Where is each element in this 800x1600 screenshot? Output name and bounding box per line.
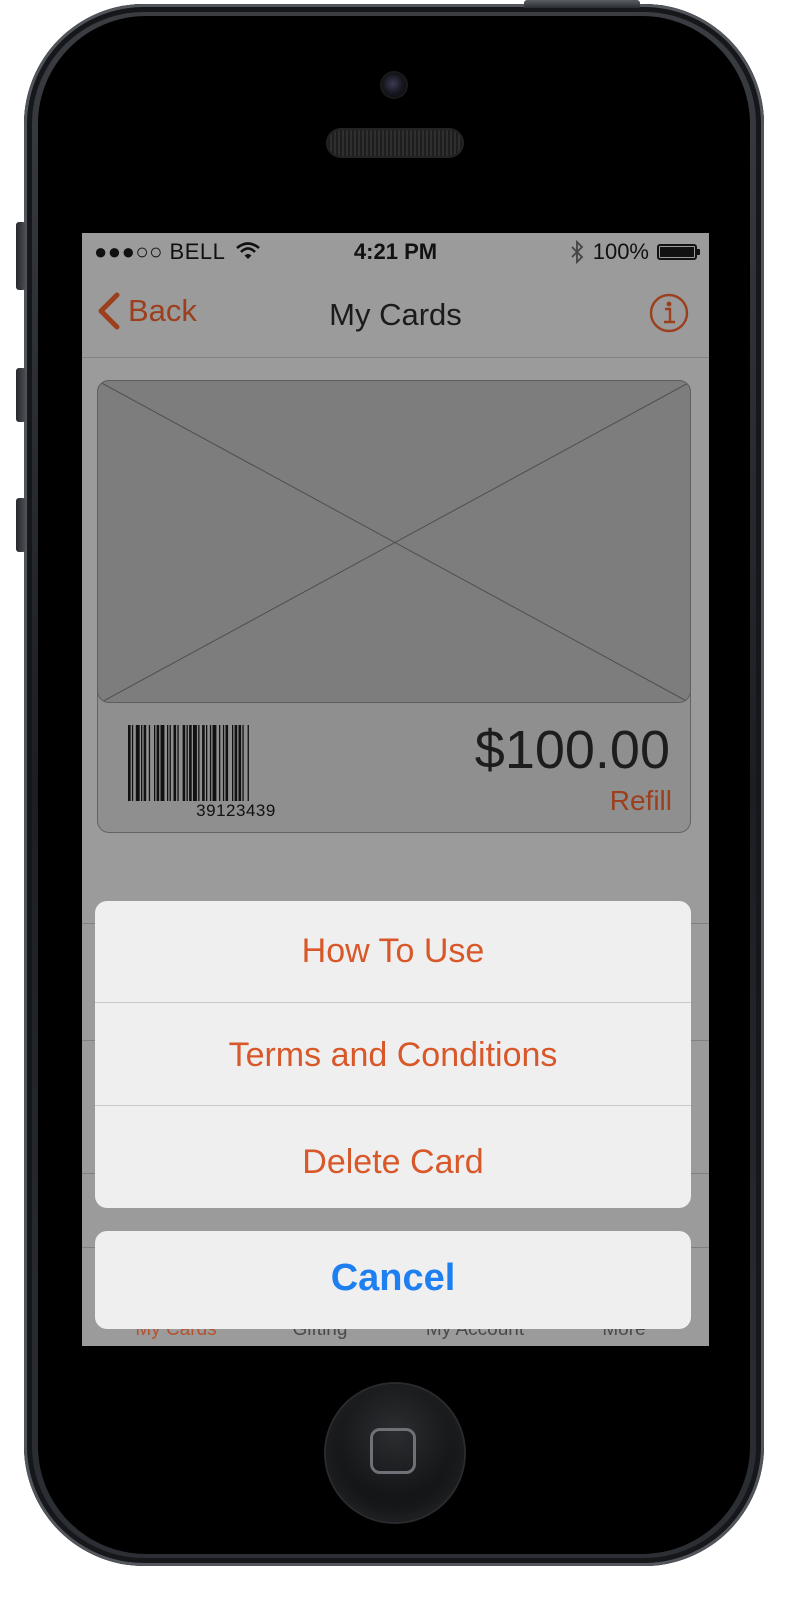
navigation-bar: Back My Cards <box>82 273 709 358</box>
refill-link[interactable]: Refill <box>610 785 672 817</box>
battery-level-fill <box>660 247 694 257</box>
action-separator <box>95 1002 691 1003</box>
screen: ●●●○○ BELL 4:21 PM 100% Back My Cards 39… <box>82 233 709 1346</box>
status-right: 100% <box>569 239 700 265</box>
power-button <box>524 0 640 8</box>
home-button[interactable] <box>326 1384 464 1522</box>
cancel-button[interactable]: Cancel <box>95 1231 691 1329</box>
page-title: My Cards <box>329 297 462 332</box>
earpiece-speaker <box>328 130 462 156</box>
front-camera <box>382 73 406 97</box>
info-icon[interactable] <box>649 293 689 333</box>
barcode-number: 39123439 <box>196 801 276 820</box>
image-placeholder-icon <box>98 381 690 702</box>
delete-card-button[interactable]: Delete Card <box>95 1143 691 1182</box>
battery-percent: 100% <box>592 239 649 264</box>
bluetooth-icon <box>571 240 583 264</box>
volume-up-button <box>16 368 26 422</box>
action-separator <box>95 1105 691 1106</box>
cancel-label: Cancel <box>330 1257 456 1299</box>
volume-down-button <box>16 498 26 552</box>
home-square-icon <box>370 1428 416 1474</box>
card-balance: $100.00 <box>474 720 670 780</box>
battery-icon <box>657 244 700 260</box>
action-sheet: How To Use Terms and Conditions Delete C… <box>95 901 691 1208</box>
status-bar: ●●●○○ BELL 4:21 PM 100% <box>82 233 709 273</box>
terms-and-conditions-button[interactable]: Terms and Conditions <box>95 1036 691 1075</box>
barcode-icon <box>128 725 249 801</box>
gift-card[interactable]: 39123439 $100.00 Refill <box>97 380 691 833</box>
card-image-placeholder <box>97 380 691 703</box>
how-to-use-button[interactable]: How To Use <box>95 932 691 971</box>
mute-switch <box>16 222 26 290</box>
